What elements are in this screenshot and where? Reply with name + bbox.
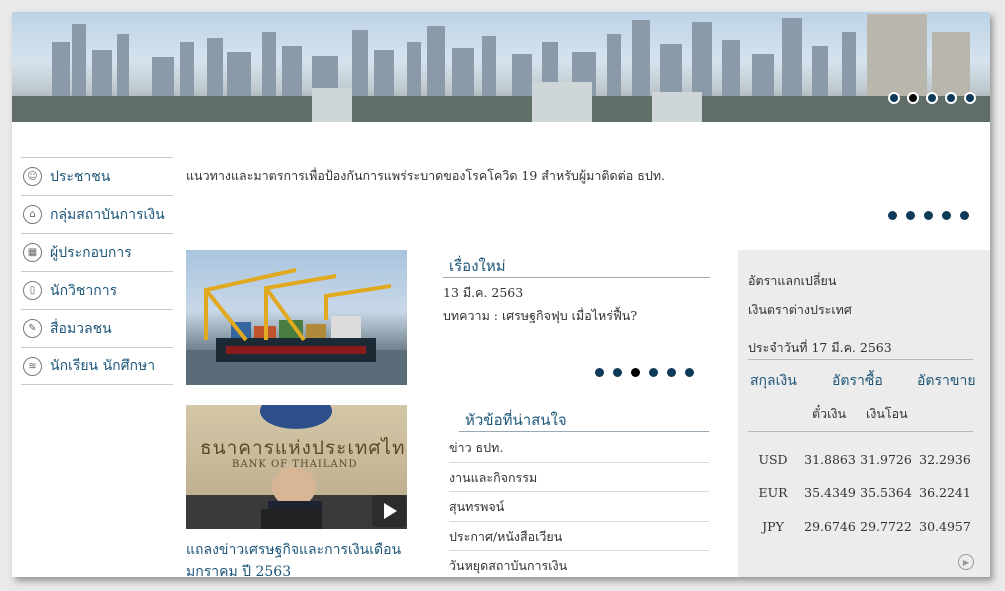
sidebar-item-label: นักวิชาการ [50,282,118,299]
topic-link[interactable]: สุนทรพจน์ [449,492,709,522]
exchange-rate-panel: อัตราแลกเปลี่ยน เงินตราต่างประเทศ ประจำว… [738,250,990,577]
divider [748,431,973,432]
carousel-dot[interactable] [667,368,676,377]
fx-sell: 32.2936 [919,452,971,467]
news-date: 13 มี.ค. 2563 [443,285,524,300]
sidebar-item-label: นักเรียน นักศึกษา [50,358,156,374]
topic-link[interactable]: ข่าว ธปท. [449,433,709,463]
sidebar-item-financial-institutions[interactable]: ⌂ กลุ่มสถาบันการเงิน [21,195,173,233]
fx-currency: EUR [758,485,788,500]
microphone-icon: ✎ [23,319,42,338]
fx-cheque: 35.4349 [804,485,856,500]
fx-transfer: 29.7722 [860,519,912,534]
carousel-dot-active[interactable] [907,92,919,104]
city-skyline-image [12,14,990,122]
carousel-dot[interactable] [888,211,897,220]
carousel-dot[interactable] [926,92,938,104]
fx-currency: JPY [762,519,784,534]
news-article-link[interactable]: บทความ : เศรษฐกิจฟุบ เมื่อไหร่ฟื้น? [443,306,637,326]
topics-list: ข่าว ธปท. งานและกิจกรรม สุนทรพจน์ ประกาศ… [449,433,709,577]
video-caption-line2: มกราคม ปี 2563 [186,564,292,577]
carousel-dot[interactable] [945,92,957,104]
topic-link[interactable]: งานและกิจกรรม [449,463,709,492]
carousel-dot[interactable] [613,368,622,377]
sidebar-item-label: กลุ่มสถาบันการเงิน [50,206,165,223]
fx-currency: USD [758,452,788,467]
carousel-dot[interactable] [888,92,900,104]
fx-cheque: 31.8863 [804,452,856,467]
sidebar-item-label: ผู้ประกอบการ [50,244,132,261]
fx-header-buy: อัตราซื้อ [832,373,883,389]
notice-carousel-dots [888,211,969,220]
carousel-dot[interactable] [924,211,933,220]
carousel-dot[interactable] [906,211,915,220]
sidebar-item-label: ประชาชน [50,168,111,185]
fx-title: อัตราแลกเปลี่ยน [748,273,837,288]
press-conference-video[interactable]: ธนาคารแห่งประเทศไทย BANK OF THAILAND [186,405,407,529]
building-icon: ▦ [23,243,42,262]
fx-header-cheque: ตั๋วเงิน [812,406,847,421]
carousel-dot[interactable] [942,211,951,220]
topic-link[interactable]: วันหยุดสถาบันการเงิน [449,551,709,577]
hero-banner [12,12,990,122]
fx-cheque: 29.6746 [804,519,856,534]
fx-header-transfer: เงินโอน [866,406,908,421]
topics-section-title: หัวข้อที่น่าสนใจ [459,408,709,432]
topic-link[interactable]: ประกาศ/หนังสือเวียน [449,522,709,551]
sidebar-item-media[interactable]: ✎ สื่อมวลชน [21,309,173,347]
carousel-dot[interactable] [595,368,604,377]
divider [748,359,973,360]
sidebar-item-label: สื่อมวลชน [50,320,112,337]
banner-carousel-dots [888,92,976,104]
sign-text-english: BANK OF THAILAND [232,459,358,470]
bank-icon: ⌂ [23,205,42,224]
news-section-title: เรื่องใหม่ [443,254,710,278]
fx-transfer: 35.5364 [860,485,912,500]
carousel-dot[interactable] [964,92,976,104]
fx-more-arrow-icon[interactable]: ▶ [958,554,974,570]
carousel-dot[interactable] [685,368,694,377]
covid-notice-link[interactable]: แนวทางและมาตรการเพื่อป้องกันการแพร่ระบาด… [186,166,665,186]
fx-header-currency: สกุลเงิน [750,373,797,389]
news-carousel-dots [595,368,694,377]
carousel-dot[interactable] [960,211,969,220]
carousel-dot[interactable] [649,368,658,377]
book-icon: ▯ [23,281,42,300]
audience-sidebar: ☺ ประชาชน ⌂ กลุ่มสถาบันการเงิน ▦ ผู้ประก… [21,157,173,385]
video-caption-line1: แถลงข่าวเศรษฐกิจและการเงินเดือน [186,542,402,558]
port-cranes-image[interactable] [186,250,407,385]
fx-transfer: 31.9726 [860,452,912,467]
sidebar-item-students[interactable]: ≋ นักเรียน นักศึกษา [21,347,173,385]
page-frame: ☺ ประชาชน ⌂ กลุ่มสถาบันการเงิน ▦ ผู้ประก… [12,12,990,577]
carousel-dot-active[interactable] [631,368,640,377]
sidebar-item-academics[interactable]: ▯ นักวิชาการ [21,271,173,309]
sidebar-item-public[interactable]: ☺ ประชาชน [21,157,173,195]
fx-sell: 36.2241 [919,485,971,500]
sidebar-item-entrepreneurs[interactable]: ▦ ผู้ประกอบการ [21,233,173,271]
fx-subtitle: เงินตราต่างประเทศ [748,302,852,317]
person-icon: ☺ [23,167,42,186]
fx-date: ประจำวันที่ 17 มี.ค. 2563 [748,340,892,355]
graduation-cap-icon: ≋ [23,356,42,376]
fx-header-sell: อัตราขาย [917,373,976,389]
video-caption-link[interactable]: แถลงข่าวเศรษฐกิจและการเงินเดือน มกราคม ป… [186,539,416,577]
fx-sell: 30.4957 [919,519,971,534]
